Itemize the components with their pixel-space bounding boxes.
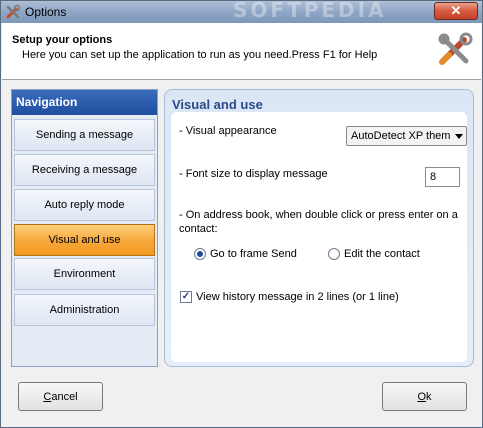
address-book-label: - On address book, when double click or … <box>179 209 458 221</box>
visual-appearance-select[interactable]: AutoDetect XP them <box>346 126 467 146</box>
nav-item-label: Sending a message <box>35 129 134 141</box>
options-window: SOFTPEDIA Options ✕ Setup your options H… <box>0 0 483 428</box>
close-button[interactable]: ✕ <box>434 2 478 20</box>
navigation-title: Navigation <box>12 90 157 115</box>
view-history-label: View history message in 2 lines (or 1 li… <box>196 291 399 303</box>
nav-item-label: Administration <box>49 304 120 316</box>
header-title: Setup your options <box>12 34 113 46</box>
nav-item-receiving-a-message[interactable]: Receiving a message <box>14 154 155 186</box>
header-subtitle: Here you can set up the application to r… <box>22 49 378 61</box>
header-banner: Setup your options Here you can set up t… <box>2 23 481 80</box>
visual-appearance-label: - Visual appearance <box>179 125 277 137</box>
edit-contact-label: Edit the contact <box>344 248 420 260</box>
font-size-input[interactable]: 8 <box>425 167 460 187</box>
panel-title: Visual and use <box>172 97 263 112</box>
close-icon: ✕ <box>450 3 462 18</box>
nav-item-visual-and-use[interactable]: Visual and use <box>14 224 155 256</box>
tools-icon <box>438 32 473 65</box>
ok-mnemonic: O <box>417 390 427 403</box>
nav-item-auto-reply-mode[interactable]: Auto reply mode <box>14 189 155 221</box>
nav-item-administration[interactable]: Administration <box>14 294 155 326</box>
font-size-label: - Font size to display message <box>179 168 328 180</box>
nav-item-environment[interactable]: Environment <box>14 258 155 290</box>
cancel-button[interactable]: Cancel <box>18 382 103 411</box>
ok-label: k <box>426 390 432 403</box>
nav-item-label: Receiving a message <box>31 164 138 176</box>
view-history-checkbox[interactable]: ✓ <box>180 291 192 303</box>
nav-item-label: Visual and use <box>48 234 121 246</box>
chevron-down-icon <box>455 134 463 139</box>
cancel-mnemonic: C <box>43 390 52 403</box>
panel-content: - Visual appearance AutoDetect XP them -… <box>171 112 467 362</box>
go-to-frame-send-radio[interactable] <box>194 248 206 260</box>
address-book-label-contact: contact: <box>179 223 218 235</box>
cancel-label: ancel <box>51 390 78 403</box>
watermark: SOFTPEDIA <box>233 0 387 22</box>
visual-appearance-value: AutoDetect XP them <box>351 130 451 142</box>
tools-app-icon <box>6 4 21 19</box>
nav-item-label: Auto reply mode <box>44 199 125 211</box>
edit-contact-radio[interactable] <box>328 248 340 260</box>
navigation-panel: Navigation Sending a message Receiving a… <box>11 89 158 367</box>
nav-item-sending-a-message[interactable]: Sending a message <box>14 119 155 151</box>
settings-panel: Visual and use - Visual appearance AutoD… <box>164 89 474 367</box>
ok-button[interactable]: Ok <box>382 382 467 411</box>
title-bar[interactable]: SOFTPEDIA Options ✕ <box>1 0 482 23</box>
go-to-frame-send-label: Go to frame Send <box>210 248 297 260</box>
nav-item-label: Environment <box>53 268 116 280</box>
window-title: Options <box>25 5 67 19</box>
